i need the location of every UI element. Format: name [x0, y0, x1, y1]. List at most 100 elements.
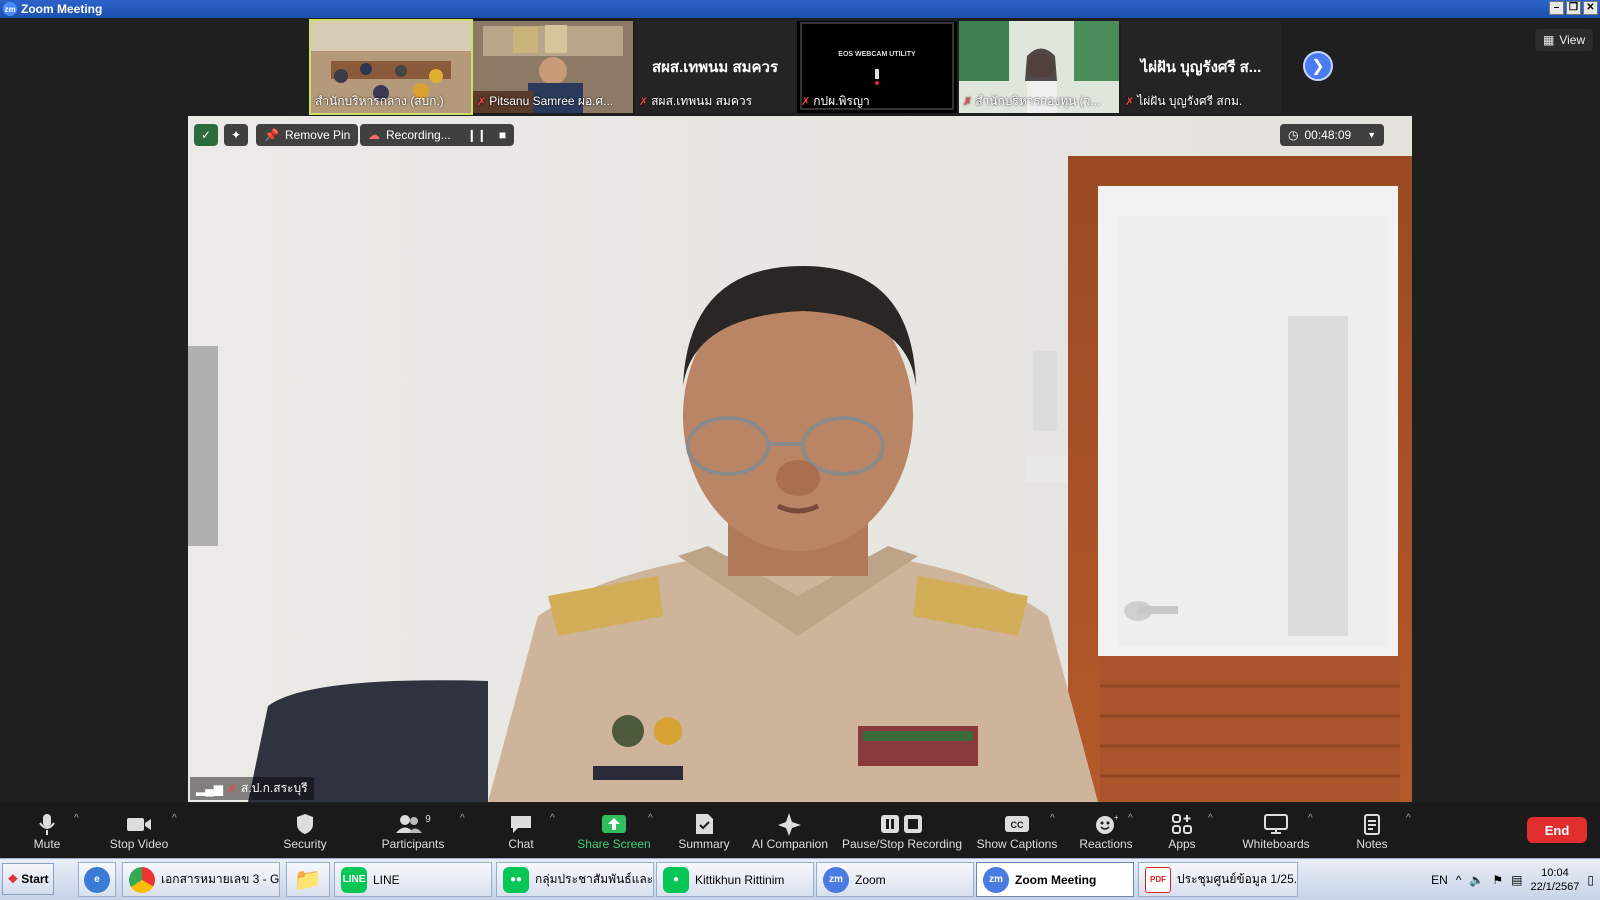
participants-icon: 9: [395, 811, 431, 837]
participant-tile[interactable]: ✗ สำนักบริหารกองทุน (ว...: [959, 21, 1119, 113]
notes-icon: [1363, 811, 1381, 837]
restore-button[interactable]: ❐: [1566, 1, 1581, 15]
ai-sparkle-icon[interactable]: ✦: [224, 124, 248, 146]
stop-recording-icon[interactable]: ■: [499, 128, 506, 142]
closed-captions-icon: CC: [1004, 811, 1030, 837]
svg-text:CC: CC: [1011, 820, 1024, 830]
view-button[interactable]: ▦ View: [1535, 29, 1594, 51]
stop-video-button[interactable]: Stop Video: [104, 803, 174, 858]
whiteboards-button[interactable]: Whiteboards: [1236, 803, 1316, 858]
zoom-meeting-icon: zm: [983, 866, 1009, 893]
chevron-down-icon: ▼: [1367, 130, 1377, 140]
language-indicator[interactable]: EN: [1431, 873, 1448, 887]
speaker-volume-icon[interactable]: 🔈: [1469, 873, 1484, 887]
taskbar-item-pdf[interactable]: PDF ประชุมศูนย์ข้อมูล 1/25...: [1138, 862, 1298, 897]
chat-button[interactable]: Chat: [500, 803, 542, 858]
action-center-flag-icon[interactable]: ⚑: [1492, 873, 1503, 887]
user-chat-icon: ●: [663, 866, 689, 893]
clock-icon: ◷: [1288, 128, 1299, 142]
pdf-file-icon: PDF: [1145, 866, 1171, 893]
line-app-icon: LINE: [341, 866, 367, 893]
apps-icon: [1171, 811, 1193, 837]
participant-name: ✗ กปผ.พิรญา: [801, 94, 870, 108]
folder-icon: 📁: [294, 866, 322, 892]
speaker-label: ▂▄▆ ✗ ส.ป.ก.สระบุรี: [190, 777, 314, 800]
window-controls: – ❐ ✕: [1549, 1, 1598, 15]
summary-icon: [694, 811, 714, 837]
more-options-caret-icon[interactable]: ^: [1406, 813, 1411, 824]
taskbar-item-zoom[interactable]: zm Zoom: [816, 862, 974, 897]
video-camera-icon: [126, 811, 152, 837]
chat-options-caret-icon[interactable]: ^: [550, 813, 555, 824]
os-taskbar: ❖ Start e เอกสารหมายเลข 3 - G... 📁 LINE …: [0, 858, 1600, 900]
taskbar-item-line-chat[interactable]: ● Kittikhun Rittinim: [656, 862, 814, 897]
participants-button[interactable]: 9 Participants: [375, 803, 451, 858]
share-options-caret-icon[interactable]: ^: [648, 813, 653, 824]
mic-muted-icon: ✗: [639, 96, 649, 108]
whiteboard-icon: [1264, 811, 1288, 837]
video-options-caret-icon[interactable]: ^: [172, 813, 177, 824]
show-hidden-icons-icon[interactable]: ^: [1456, 873, 1462, 887]
remove-pin-button[interactable]: 📌 Remove Pin: [256, 124, 359, 146]
participant-tile[interactable]: ✗ Pitsanu Samree ผอ.ศ...: [473, 21, 633, 113]
close-button[interactable]: ✕: [1583, 1, 1598, 15]
participant-name: สำนักบริหารกลาง (สบก.): [315, 94, 444, 108]
mute-options-caret-icon[interactable]: ^: [74, 813, 79, 824]
group-chat-icon: ●●: [503, 866, 529, 893]
security-shield-icon[interactable]: ✓: [194, 124, 218, 146]
taskbar-item-line-group[interactable]: ●● กลุ่มประชาสัมพันธ์และ...: [496, 862, 654, 897]
whiteboards-options-caret-icon[interactable]: ^: [1308, 813, 1313, 824]
mic-muted-icon: ✗: [1125, 96, 1135, 108]
chrome-icon: [129, 866, 155, 893]
meeting-toolbar: Mute ^ Stop Video ^ Security 9 Participa…: [0, 803, 1600, 858]
network-icon[interactable]: ▤: [1511, 873, 1522, 887]
taskbar-item-zoom-meeting[interactable]: zm Zoom Meeting: [976, 862, 1134, 897]
participant-tile[interactable]: สำนักบริหารกลาง (สบก.): [309, 19, 473, 115]
pinned-video: ✓ ✦ 📌 Remove Pin ☁ Recording... ❙❙ ■ ◷ 0…: [188, 116, 1412, 802]
taskbar-internet-explorer[interactable]: e: [78, 862, 116, 897]
taskbar-item-chrome[interactable]: เอกสารหมายเลข 3 - G...: [122, 862, 280, 897]
smiley-icon: +: [1094, 811, 1118, 837]
next-page-arrow-icon[interactable]: ❯: [1303, 51, 1333, 81]
webcam-utility-text: EOS WEBCAM UTILITY: [838, 51, 916, 58]
reactions-options-caret-icon[interactable]: ^: [1128, 813, 1133, 824]
participant-tile[interactable]: สผส.เทพนม สมควร ✗ สผส.เทพนม สมควร: [635, 21, 795, 113]
meeting-timer[interactable]: ◷ 00:48:09 ▼: [1280, 124, 1385, 146]
taskbar-clock[interactable]: 10:04 22/1/2567: [1530, 866, 1579, 894]
captions-options-caret-icon[interactable]: ^: [1050, 813, 1055, 824]
apps-button[interactable]: Apps: [1162, 803, 1202, 858]
mute-button[interactable]: Mute: [22, 803, 72, 858]
show-desktop-icon[interactable]: ▯: [1587, 873, 1594, 887]
minimize-button[interactable]: –: [1549, 1, 1564, 15]
chat-bubble-icon: [510, 811, 532, 837]
notes-button[interactable]: Notes: [1350, 803, 1394, 858]
security-button[interactable]: Security: [280, 803, 330, 858]
participant-name: ✗ Pitsanu Samree ผอ.ศ...: [477, 94, 614, 108]
participant-tile[interactable]: ไผ่ฝัน บุญรังศรี ส... ✗ ไผ่ฝัน บุญรังศรี …: [1121, 21, 1281, 113]
system-tray: EN ^ 🔈 ⚑ ▤ 10:04 22/1/2567 ▯: [1431, 862, 1600, 898]
svg-text:+: +: [1114, 813, 1118, 822]
reactions-button[interactable]: + Reactions: [1076, 803, 1136, 858]
speaker-video-frame: [188, 116, 1412, 802]
show-captions-button[interactable]: CC Show Captions: [975, 803, 1059, 858]
end-meeting-button[interactable]: End: [1527, 817, 1587, 843]
pin-icon: 📌: [264, 128, 279, 142]
window-titlebar: zm Zoom Meeting – ❐ ✕: [0, 0, 1600, 18]
participant-name: ✗ ไผ่ฝัน บุญรังศรี สกม.: [1125, 94, 1243, 108]
participant-tile[interactable]: EOS WEBCAM UTILITY ✗ กปผ.พิรญา: [797, 21, 957, 113]
apps-options-caret-icon[interactable]: ^: [1208, 813, 1213, 824]
zoom-logo-icon: zm: [3, 2, 17, 16]
taskbar-file-explorer[interactable]: 📁: [286, 862, 330, 897]
taskbar-item-line[interactable]: LINE LINE: [334, 862, 492, 897]
summary-button[interactable]: Summary: [674, 803, 734, 858]
microphone-icon: [39, 811, 55, 837]
ai-companion-button[interactable]: AI Companion: [745, 803, 835, 858]
sparkle-icon: [777, 811, 803, 837]
participants-options-caret-icon[interactable]: ^: [460, 813, 465, 824]
pause-stop-icon: [880, 811, 924, 837]
participant-display-name: สผส.เทพนม สมควร: [651, 59, 779, 76]
share-screen-button[interactable]: Share Screen: [574, 803, 654, 858]
pause-stop-recording-button[interactable]: Pause/Stop Recording: [842, 803, 962, 858]
start-button[interactable]: ❖ Start: [2, 863, 54, 895]
pause-recording-icon[interactable]: ❙❙: [467, 128, 487, 142]
